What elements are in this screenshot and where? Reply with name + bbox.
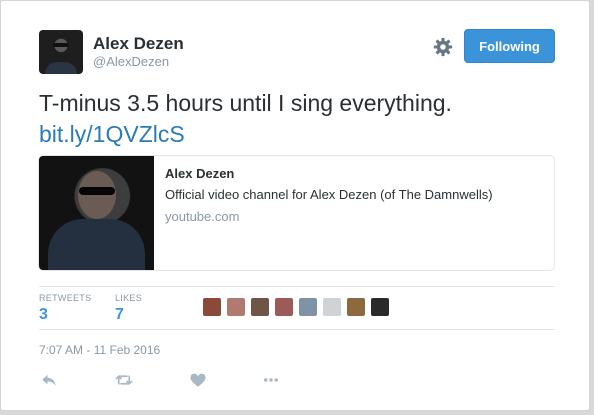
tweet-text: T-minus 3.5 hours until I sing everythin…	[39, 90, 452, 116]
liker-avatar[interactable]	[322, 297, 342, 317]
preview-title: Alex Dezen	[165, 166, 235, 181]
liker-avatar[interactable]	[274, 297, 294, 317]
liker-avatar[interactable]	[346, 297, 366, 317]
gear-icon[interactable]	[432, 36, 454, 58]
preview-description: Official video channel for Alex Dezen (o…	[165, 187, 493, 202]
avatar-sunglasses	[53, 43, 69, 47]
heart-icon[interactable]	[188, 371, 208, 389]
tweet-card: Alex Dezen @AlexDezen Following T-minus …	[0, 0, 590, 411]
following-button[interactable]: Following	[464, 29, 555, 63]
retweet-icon[interactable]	[114, 371, 134, 389]
likes-label[interactable]: LIKES	[115, 293, 142, 303]
tweet-link[interactable]: bit.ly/1QVZlcS	[39, 120, 185, 148]
retweets-label[interactable]: RETWEETS	[39, 293, 91, 303]
liker-avatar[interactable]	[298, 297, 318, 317]
timestamp[interactable]: 7:07 AM - 11 Feb 2016	[39, 343, 160, 357]
thumbnail-body	[48, 219, 145, 270]
avatar[interactable]	[39, 30, 83, 74]
retweets-count[interactable]: 3	[39, 306, 48, 324]
preview-domain: youtube.com	[165, 209, 240, 224]
thumbnail-face	[78, 171, 116, 219]
link-preview-card[interactable]: Alex Dezen Official video channel for Al…	[38, 155, 555, 271]
likes-count[interactable]: 7	[115, 306, 124, 324]
user-name[interactable]: Alex Dezen	[93, 34, 184, 54]
more-icon[interactable]	[261, 371, 281, 389]
thumbnail-sunglasses	[79, 187, 115, 195]
user-handle[interactable]: @AlexDezen	[93, 54, 169, 69]
liker-avatars	[202, 297, 390, 317]
liker-avatar[interactable]	[250, 297, 270, 317]
reply-icon[interactable]	[39, 371, 59, 389]
liker-avatar[interactable]	[370, 297, 390, 317]
preview-thumbnail	[39, 156, 154, 270]
liker-avatar[interactable]	[202, 297, 222, 317]
divider-top	[39, 286, 555, 287]
liker-avatar[interactable]	[226, 297, 246, 317]
avatar-jacket	[45, 62, 77, 74]
divider-bottom	[39, 329, 555, 330]
